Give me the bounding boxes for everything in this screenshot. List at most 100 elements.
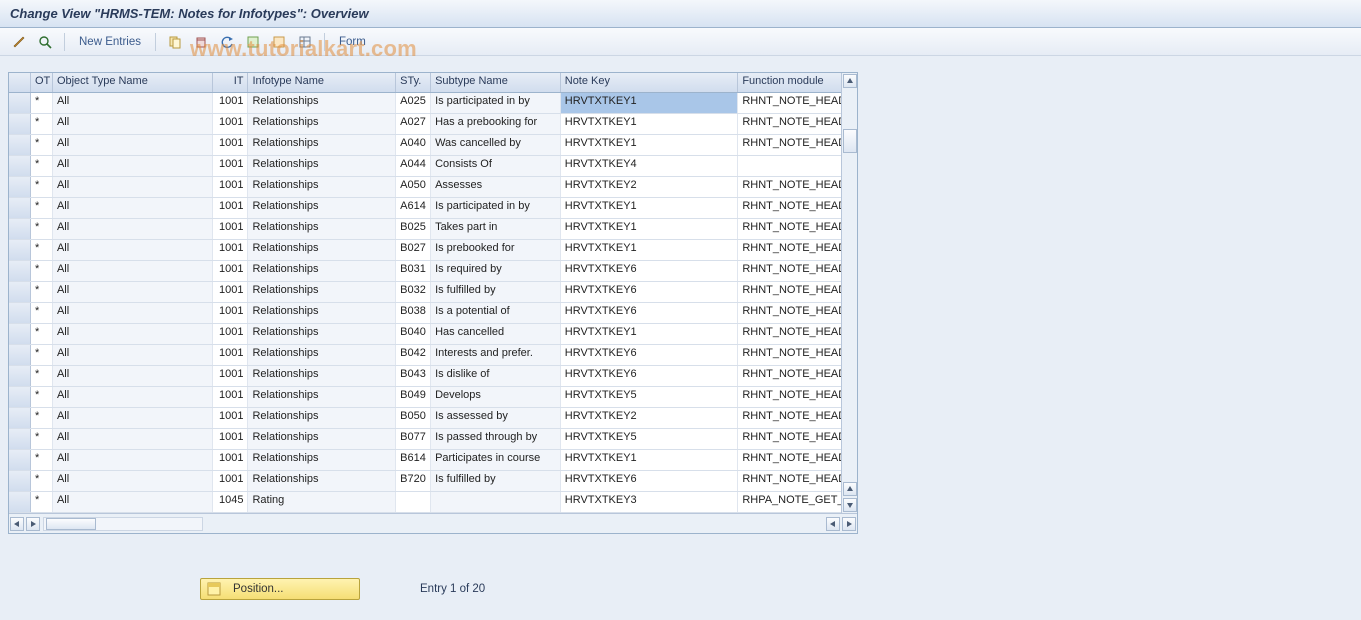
table-row[interactable]: *All1001RelationshipsB025Takes part inHR…: [9, 219, 857, 240]
scroll-down-inner-button[interactable]: [843, 482, 857, 496]
scroll-right-button[interactable]: [842, 517, 856, 531]
column-header-subtype-name[interactable]: Subtype Name: [431, 73, 561, 92]
column-header-it[interactable]: IT: [213, 73, 249, 92]
copy-as-button[interactable]: [164, 32, 186, 52]
cell-it[interactable]: 1001: [213, 261, 249, 281]
cell-fm[interactable]: RHNT_NOTE_HEADER_I: [738, 324, 857, 344]
cell-ot[interactable]: *: [31, 429, 53, 449]
cell-fm[interactable]: RHNT_NOTE_HEADER_I: [738, 408, 857, 428]
cell-it[interactable]: 1001: [213, 324, 249, 344]
row-selector[interactable]: [9, 366, 31, 386]
cell-fm[interactable]: RHNT_NOTE_HEADER_I: [738, 114, 857, 134]
cell-sty[interactable]: B025: [396, 219, 431, 239]
cell-nk[interactable]: HRVTXTKEY5: [561, 429, 739, 449]
scroll-left-end-button[interactable]: [826, 517, 840, 531]
cell-it[interactable]: 1001: [213, 429, 249, 449]
table-row[interactable]: *All1001RelationshipsB049DevelopsHRVTXTK…: [9, 387, 857, 408]
cell-it[interactable]: 1001: [213, 135, 249, 155]
table-row[interactable]: *All1001RelationshipsB027Is prebooked fo…: [9, 240, 857, 261]
cell-it[interactable]: 1001: [213, 93, 249, 113]
cell-sty[interactable]: B077: [396, 429, 431, 449]
vertical-scrollbar[interactable]: [841, 73, 857, 513]
cell-nk[interactable]: HRVTXTKEY6: [561, 282, 739, 302]
cell-fm[interactable]: RHNT_NOTE_HEADER_I: [738, 303, 857, 323]
cell-it[interactable]: 1001: [213, 387, 249, 407]
cell-nk[interactable]: HRVTXTKEY2: [561, 408, 739, 428]
cell-it[interactable]: 1001: [213, 177, 249, 197]
cell-nk[interactable]: HRVTXTKEY1: [561, 198, 739, 218]
row-selector[interactable]: [9, 345, 31, 365]
cell-nk[interactable]: HRVTXTKEY1: [561, 93, 739, 113]
cell-fm[interactable]: RHNT_NOTE_HEADER_I: [738, 240, 857, 260]
cell-nk[interactable]: HRVTXTKEY1: [561, 324, 739, 344]
cell-nk[interactable]: HRVTXTKEY6: [561, 366, 739, 386]
column-header-infotype-name[interactable]: Infotype Name: [248, 73, 396, 92]
cell-nk[interactable]: HRVTXTKEY1: [561, 219, 739, 239]
cell-sty[interactable]: B720: [396, 471, 431, 491]
table-row[interactable]: *All1001RelationshipsB032Is fulfilled by…: [9, 282, 857, 303]
row-selector[interactable]: [9, 408, 31, 428]
cell-sty[interactable]: B042: [396, 345, 431, 365]
row-selector[interactable]: [9, 450, 31, 470]
table-row[interactable]: *All1001RelationshipsA044Consists OfHRVT…: [9, 156, 857, 177]
row-selector[interactable]: [9, 93, 31, 113]
cell-ot[interactable]: *: [31, 492, 53, 512]
cell-fm[interactable]: RHNT_NOTE_HEADER_I: [738, 387, 857, 407]
scroll-down-button[interactable]: [843, 498, 857, 512]
cell-sty[interactable]: B050: [396, 408, 431, 428]
delete-button[interactable]: [190, 32, 212, 52]
row-selector[interactable]: [9, 114, 31, 134]
table-row[interactable]: *All1001RelationshipsA027Has a prebookin…: [9, 114, 857, 135]
cell-ot[interactable]: *: [31, 198, 53, 218]
new-entries-button[interactable]: New Entries: [73, 36, 147, 48]
cell-it[interactable]: 1001: [213, 219, 249, 239]
cell-ot[interactable]: *: [31, 366, 53, 386]
row-selector[interactable]: [9, 261, 31, 281]
cell-fm[interactable]: RHNT_NOTE_HEADER_I: [738, 345, 857, 365]
cell-ot[interactable]: *: [31, 303, 53, 323]
cell-sty[interactable]: B031: [396, 261, 431, 281]
cell-nk[interactable]: HRVTXTKEY1: [561, 240, 739, 260]
column-header-selector[interactable]: [9, 73, 31, 92]
row-selector[interactable]: [9, 282, 31, 302]
row-selector[interactable]: [9, 240, 31, 260]
cell-nk[interactable]: HRVTXTKEY1: [561, 114, 739, 134]
cell-fm[interactable]: RHNT_NOTE_HEADER_I: [738, 471, 857, 491]
cell-ot[interactable]: *: [31, 240, 53, 260]
table-row[interactable]: *All1045RatingHRVTXTKEY3RHPA_NOTE_GET_HE…: [9, 492, 857, 513]
column-header-note-key[interactable]: Note Key: [561, 73, 739, 92]
cell-sty[interactable]: B614: [396, 450, 431, 470]
cell-nk[interactable]: HRVTXTKEY6: [561, 303, 739, 323]
cell-sty[interactable]: B027: [396, 240, 431, 260]
cell-nk[interactable]: HRVTXTKEY3: [561, 492, 739, 512]
cell-ot[interactable]: *: [31, 135, 53, 155]
table-row[interactable]: *All1001RelationshipsA050AssessesHRVTXTK…: [9, 177, 857, 198]
row-selector[interactable]: [9, 492, 31, 512]
table-row[interactable]: *All1001RelationshipsB050Is assessed byH…: [9, 408, 857, 429]
row-selector[interactable]: [9, 177, 31, 197]
cell-sty[interactable]: B049: [396, 387, 431, 407]
row-selector[interactable]: [9, 135, 31, 155]
toggle-display-change-button[interactable]: [8, 32, 30, 52]
cell-nk[interactable]: HRVTXTKEY6: [561, 471, 739, 491]
cell-ot[interactable]: *: [31, 387, 53, 407]
cell-fm[interactable]: RHNT_NOTE_HEADER_I: [738, 366, 857, 386]
cell-nk[interactable]: HRVTXTKEY2: [561, 177, 739, 197]
cell-sty[interactable]: A025: [396, 93, 431, 113]
cell-sty[interactable]: A614: [396, 198, 431, 218]
cell-ot[interactable]: *: [31, 408, 53, 428]
cell-it[interactable]: 1001: [213, 303, 249, 323]
cell-ot[interactable]: *: [31, 324, 53, 344]
cell-nk[interactable]: HRVTXTKEY5: [561, 387, 739, 407]
select-all-button[interactable]: [242, 32, 264, 52]
cell-nk[interactable]: HRVTXTKEY4: [561, 156, 739, 176]
hscroll-thumb[interactable]: [46, 518, 96, 530]
cell-it[interactable]: 1001: [213, 408, 249, 428]
cell-it[interactable]: 1045: [213, 492, 249, 512]
row-selector[interactable]: [9, 324, 31, 344]
row-selector[interactable]: [9, 429, 31, 449]
table-row[interactable]: *All1001RelationshipsA614Is participated…: [9, 198, 857, 219]
cell-ot[interactable]: *: [31, 93, 53, 113]
cell-it[interactable]: 1001: [213, 450, 249, 470]
table-row[interactable]: *All1001RelationshipsB614Participates in…: [9, 450, 857, 471]
